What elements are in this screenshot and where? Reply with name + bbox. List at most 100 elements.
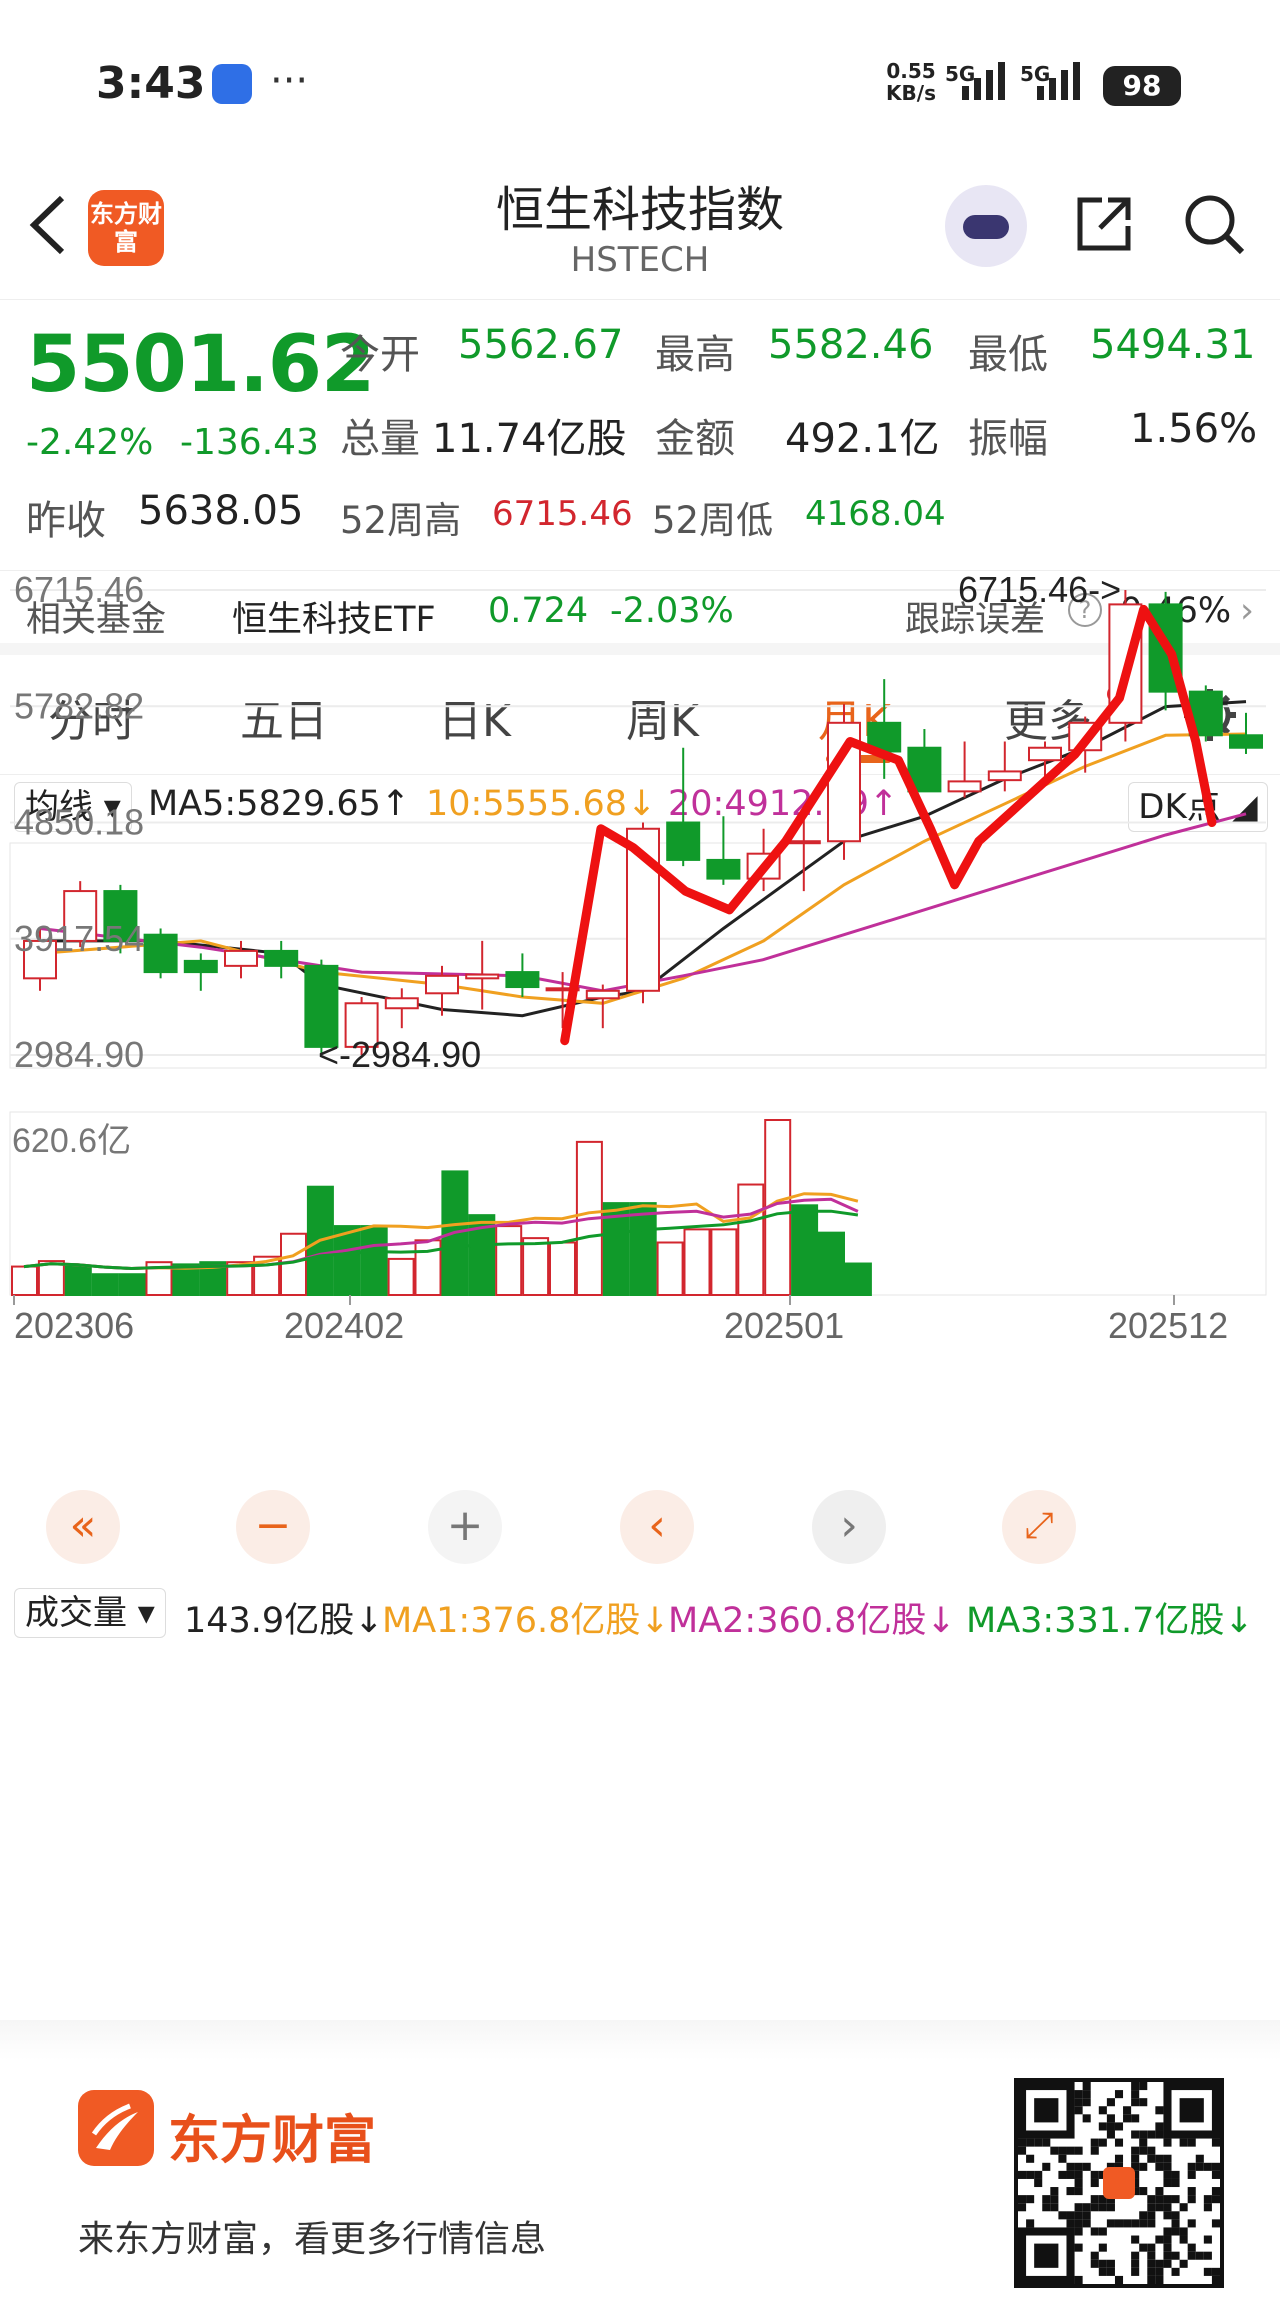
volume-bar xyxy=(656,1241,684,1296)
qr-module xyxy=(1106,2130,1115,2139)
qr-module xyxy=(1123,2114,1132,2123)
candle-body xyxy=(224,949,258,967)
volume-ma1: MA1:376.8亿股↓ xyxy=(382,1601,670,1641)
volume-indicator-selector[interactable]: 成交量 ▾ xyxy=(14,1588,166,1638)
qr-module xyxy=(1114,2122,1124,2131)
top-navigation-bar: 东方财富 恒生科技指数 HSTECH xyxy=(0,170,1280,300)
qr-module xyxy=(1066,2162,1075,2171)
candle xyxy=(384,988,419,1029)
qr-module xyxy=(1211,2138,1220,2147)
qr-module xyxy=(1082,2219,1091,2228)
qr-module xyxy=(1090,2195,1099,2204)
qr-module xyxy=(1050,2203,1059,2212)
qr-module xyxy=(1211,2195,1220,2204)
qr-module xyxy=(1187,2170,1196,2179)
qr-module xyxy=(1058,2211,1067,2220)
scroll-left-button[interactable]: ‹ xyxy=(620,1490,694,1564)
low-label: 最低 xyxy=(968,332,1048,378)
qr-module xyxy=(1042,2162,1051,2171)
qr-module xyxy=(1187,2251,1196,2260)
low-value: 5494.31 xyxy=(1090,322,1256,368)
qr-module xyxy=(1171,2227,1180,2236)
qr-module xyxy=(1187,2243,1196,2252)
qr-module xyxy=(1163,2138,1172,2147)
qr-module xyxy=(1050,2187,1059,2196)
qr-module xyxy=(1155,2187,1164,2196)
volume-axis-label: 620.6亿 xyxy=(12,1122,131,1160)
qr-module xyxy=(1163,2170,1172,2179)
x-axis-label: 202501 xyxy=(724,1305,844,1346)
qr-module xyxy=(1106,2259,1115,2268)
qr-module xyxy=(1163,2154,1172,2163)
qr-module xyxy=(1155,2122,1164,2131)
qr-module xyxy=(1066,2219,1075,2228)
price-axis-label: 6715.46 xyxy=(14,569,144,610)
qr-module xyxy=(1074,2187,1083,2196)
prev-close-value: 5638.05 xyxy=(138,488,304,534)
high-label: 最高 xyxy=(655,332,735,378)
qr-module xyxy=(1163,2195,1172,2204)
qr-module xyxy=(1082,2090,1091,2099)
qr-module xyxy=(1098,2106,1107,2115)
candle-body xyxy=(706,858,741,880)
wk52-high-value: 6715.46 xyxy=(492,494,633,534)
scroll-right-button[interactable]: › xyxy=(812,1490,886,1564)
qr-module xyxy=(1163,2235,1172,2244)
qr-module xyxy=(1018,2138,1027,2147)
qr-module xyxy=(1179,2235,1188,2244)
qr-module xyxy=(1090,2170,1099,2179)
assistant-avatar[interactable] xyxy=(945,185,1027,267)
candle-body xyxy=(183,959,218,974)
qr-module xyxy=(1106,2203,1115,2212)
qr-module xyxy=(1114,2219,1124,2228)
qr-module xyxy=(1098,2203,1107,2212)
qr-module xyxy=(1131,2082,1140,2091)
price-axis-label: 5782.82 xyxy=(14,685,144,726)
volume-value: 11.74亿股 xyxy=(432,416,627,462)
change-amount: -136.43 xyxy=(180,422,319,463)
current-price: 5501.62 xyxy=(26,320,375,410)
qr-code[interactable] xyxy=(1014,2078,1224,2288)
qr-finder xyxy=(1034,2243,1059,2268)
qr-module xyxy=(1090,2178,1099,2188)
zoom-in-button[interactable]: + xyxy=(428,1490,502,1564)
search-button[interactable] xyxy=(1182,192,1246,256)
qr-module xyxy=(1139,2187,1148,2196)
qr-module xyxy=(1074,2090,1083,2099)
qr-module xyxy=(1042,2195,1051,2204)
qr-module xyxy=(1058,2170,1067,2179)
qr-module xyxy=(1155,2154,1164,2163)
volume-current: 143.9亿股↓ xyxy=(184,1601,384,1641)
qr-center-logo xyxy=(1103,2167,1135,2199)
qr-module xyxy=(1171,2211,1180,2220)
qr-module xyxy=(1139,2146,1148,2155)
qr-module xyxy=(1187,2138,1196,2147)
stock-chart[interactable]: 620.6亿 6715.46 5782.82 4850.18 3917.54 2984.… xyxy=(0,565,1280,1650)
qr-module xyxy=(1171,2195,1180,2204)
scroll-far-left-button[interactable]: « xyxy=(46,1490,120,1564)
qr-module xyxy=(1211,2187,1220,2196)
qr-module xyxy=(1155,2275,1164,2284)
qr-module xyxy=(1147,2195,1156,2204)
brand-name: 东方财富 xyxy=(168,2111,377,2171)
qr-module xyxy=(1026,2195,1035,2204)
qr-module xyxy=(1026,2154,1035,2163)
qr-module xyxy=(1155,2267,1164,2276)
volume-bar xyxy=(11,1265,38,1296)
qr-module xyxy=(1098,2122,1107,2131)
qr-module xyxy=(1123,2106,1132,2115)
app-notification-icon xyxy=(212,64,252,104)
candle-body xyxy=(143,933,178,974)
fullscreen-button[interactable]: ⤢ xyxy=(1002,1490,1076,1564)
qr-module xyxy=(1211,2267,1220,2276)
qr-finder xyxy=(1034,2098,1059,2123)
qr-module xyxy=(1179,2203,1188,2212)
network-speed: 0.55 KB/s xyxy=(886,59,936,105)
qr-module xyxy=(1066,2170,1075,2179)
volume-ma3: MA3:331.7亿股↓ xyxy=(966,1601,1254,1641)
share-button[interactable] xyxy=(1072,192,1136,256)
zoom-out-button[interactable]: − xyxy=(236,1490,310,1564)
open-value: 5562.67 xyxy=(458,322,624,368)
wk52-low-label: 52周低 xyxy=(652,499,774,542)
qr-module xyxy=(1018,2170,1027,2179)
